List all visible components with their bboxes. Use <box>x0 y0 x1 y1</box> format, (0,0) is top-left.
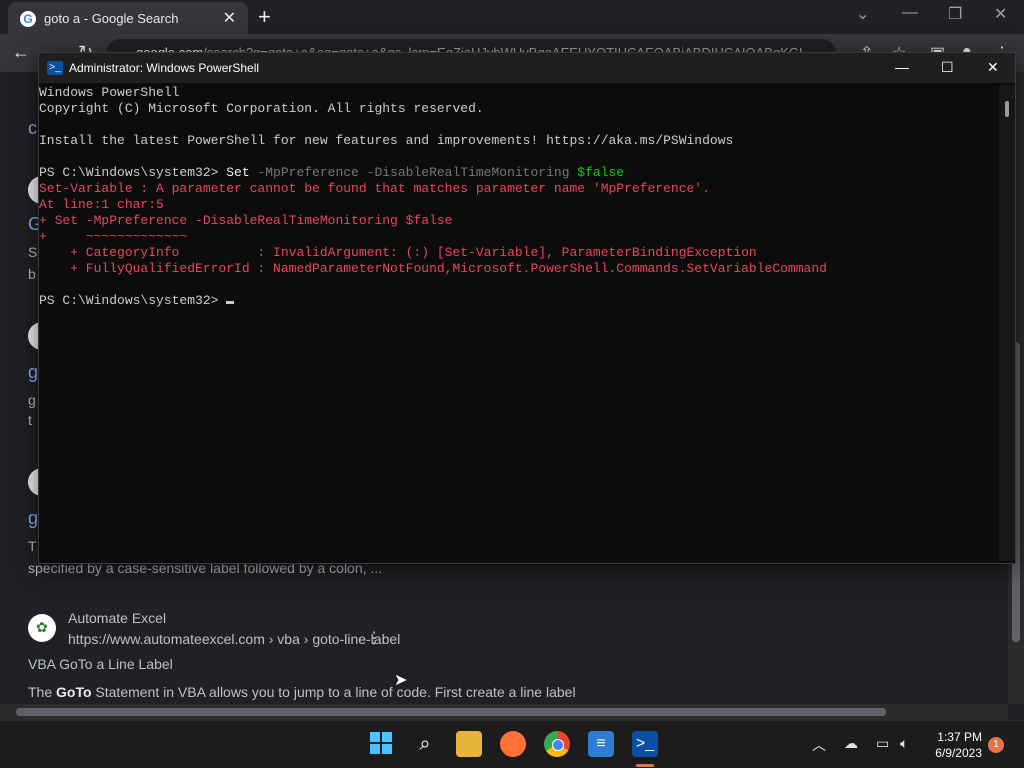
result-site-name: Automate Excel <box>68 610 167 626</box>
volume-icon[interactable]: 🔈︎ <box>900 735 908 752</box>
powershell-titlebar[interactable]: >_ Administrator: Windows PowerShell — ☐… <box>39 53 1015 83</box>
partial-result-link-3[interactable]: g <box>28 362 38 383</box>
error-line: + CategoryInfo : InvalidArgument: (:) [S… <box>39 245 757 260</box>
console-line: Copyright (C) Microsoft Corporation. All… <box>39 101 484 116</box>
error-line: + FullyQualifiedErrorId : NamedParameter… <box>39 261 827 276</box>
chevron-up-icon[interactable]: ︿ <box>812 735 826 755</box>
powershell-title: Administrator: Windows PowerShell <box>69 61 260 75</box>
automate-excel-favicon: ✿ <box>28 614 56 642</box>
cloud-off-icon[interactable]: ☁ <box>844 735 858 752</box>
back-icon[interactable]: ← <box>12 42 30 63</box>
cmd-false: $false <box>577 165 625 180</box>
result-more-icon[interactable]: ⋮ <box>366 628 382 648</box>
new-tab-button[interactable]: + <box>258 4 271 30</box>
gear-icon: ✿ <box>36 619 48 635</box>
partial-result-snippet-2: S <box>28 244 38 260</box>
partial-result-snippet-4: T <box>28 538 37 554</box>
partial-result-snippet-3b: t <box>28 412 32 428</box>
google-icon: G <box>20 11 36 27</box>
taskbar: ⌕ ≡ >_ ︿ ☁ ▭ 🔈︎ 1:37 PM 6/9/2023 1 <box>0 720 1024 768</box>
partial-result-link-1[interactable]: c <box>28 118 37 139</box>
partial-result-snippet-3: g <box>28 392 36 408</box>
tab-search-icon[interactable]: ⌄ <box>856 4 869 24</box>
notepad-icon[interactable]: ≡ <box>588 731 614 757</box>
powershell-icon: >_ <box>47 61 63 75</box>
console-line: Install the latest PowerShell for new fe… <box>39 133 734 148</box>
console-line: Windows PowerShell <box>39 85 180 100</box>
close-tab-icon[interactable]: ✕ <box>223 8 236 28</box>
error-line: + ~~~~~~~~~~~~~ <box>39 229 188 244</box>
result-title-link[interactable]: VBA GoTo a Line Label <box>28 656 173 672</box>
firefox-icon[interactable] <box>500 731 526 757</box>
console-scroll-thumb[interactable] <box>1005 101 1009 117</box>
snippet-pre: The <box>28 684 57 700</box>
prompt: PS C:\Windows\system32> <box>39 293 227 308</box>
partial-result-snippet-2b: b <box>28 266 36 282</box>
active-app-indicator <box>636 764 654 767</box>
cmd-set: Set <box>226 165 250 180</box>
powershell-window: >_ Administrator: Windows PowerShell — ☐… <box>38 52 1016 564</box>
error-line: + Set -MpPreference -DisableRealTimeMoni… <box>39 213 453 228</box>
chrome-icon[interactable] <box>544 731 570 757</box>
ps-maximize-icon[interactable]: ☐ <box>941 59 954 76</box>
network-icon[interactable]: ▭ <box>876 735 889 752</box>
file-explorer-icon[interactable] <box>456 731 482 757</box>
restore-icon[interactable]: ❐ <box>948 4 962 24</box>
snippet-post: Statement in VBA allows you to jump to a… <box>91 684 576 700</box>
minimize-icon[interactable]: — <box>902 4 918 22</box>
tab-title: goto a - Google Search <box>44 11 179 26</box>
error-line: Set-Variable : A parameter cannot be fou… <box>39 181 710 196</box>
text-cursor <box>226 301 235 304</box>
console-command-line: PS C:\Windows\system32> Set -MpPreferenc… <box>39 165 999 181</box>
clock-date: 6/9/2023 <box>935 746 982 760</box>
powershell-taskbar-icon[interactable]: >_ <box>632 731 658 757</box>
search-icon[interactable]: ⌕ <box>412 731 438 757</box>
hscroll-thumb[interactable] <box>16 708 886 716</box>
browser-tab[interactable]: G goto a - Google Search ✕ <box>8 2 248 34</box>
console-prompt-line: PS C:\Windows\system32> <box>39 293 999 309</box>
mouse-pointer-icon: ➤ <box>394 672 408 689</box>
result-snippet: The GoTo Statement in VBA allows you to … <box>28 684 576 700</box>
console-output[interactable]: Windows PowerShell Copyright (C) Microsof… <box>39 85 999 561</box>
prompt: PS C:\Windows\system32> <box>39 165 227 180</box>
page-horizontal-scrollbar[interactable] <box>0 704 1008 720</box>
ps-minimize-icon[interactable]: — <box>895 59 909 75</box>
ps-close-icon[interactable]: ✕ <box>987 59 999 76</box>
error-line: At line:1 char:5 <box>39 197 164 212</box>
result-url[interactable]: https://www.automateexcel.com › vba › go… <box>68 631 400 647</box>
system-clock[interactable]: 1:37 PM 6/9/2023 <box>928 729 982 761</box>
cmd-args: -MpPreference -DisableRealTimeMonitoring <box>249 165 578 180</box>
console-scrollbar[interactable] <box>999 85 1015 561</box>
notification-badge[interactable]: 1 <box>988 737 1004 753</box>
snippet-bold: GoTo <box>56 684 92 700</box>
browser-tab-bar: G goto a - Google Search ✕ + ⌄ — ❐ ✕ <box>0 0 1024 34</box>
close-window-icon[interactable]: ✕ <box>994 4 1007 24</box>
clock-time: 1:37 PM <box>937 730 982 744</box>
windows-start-icon[interactable] <box>368 731 394 757</box>
partial-result-link-4[interactable]: g <box>28 508 38 529</box>
